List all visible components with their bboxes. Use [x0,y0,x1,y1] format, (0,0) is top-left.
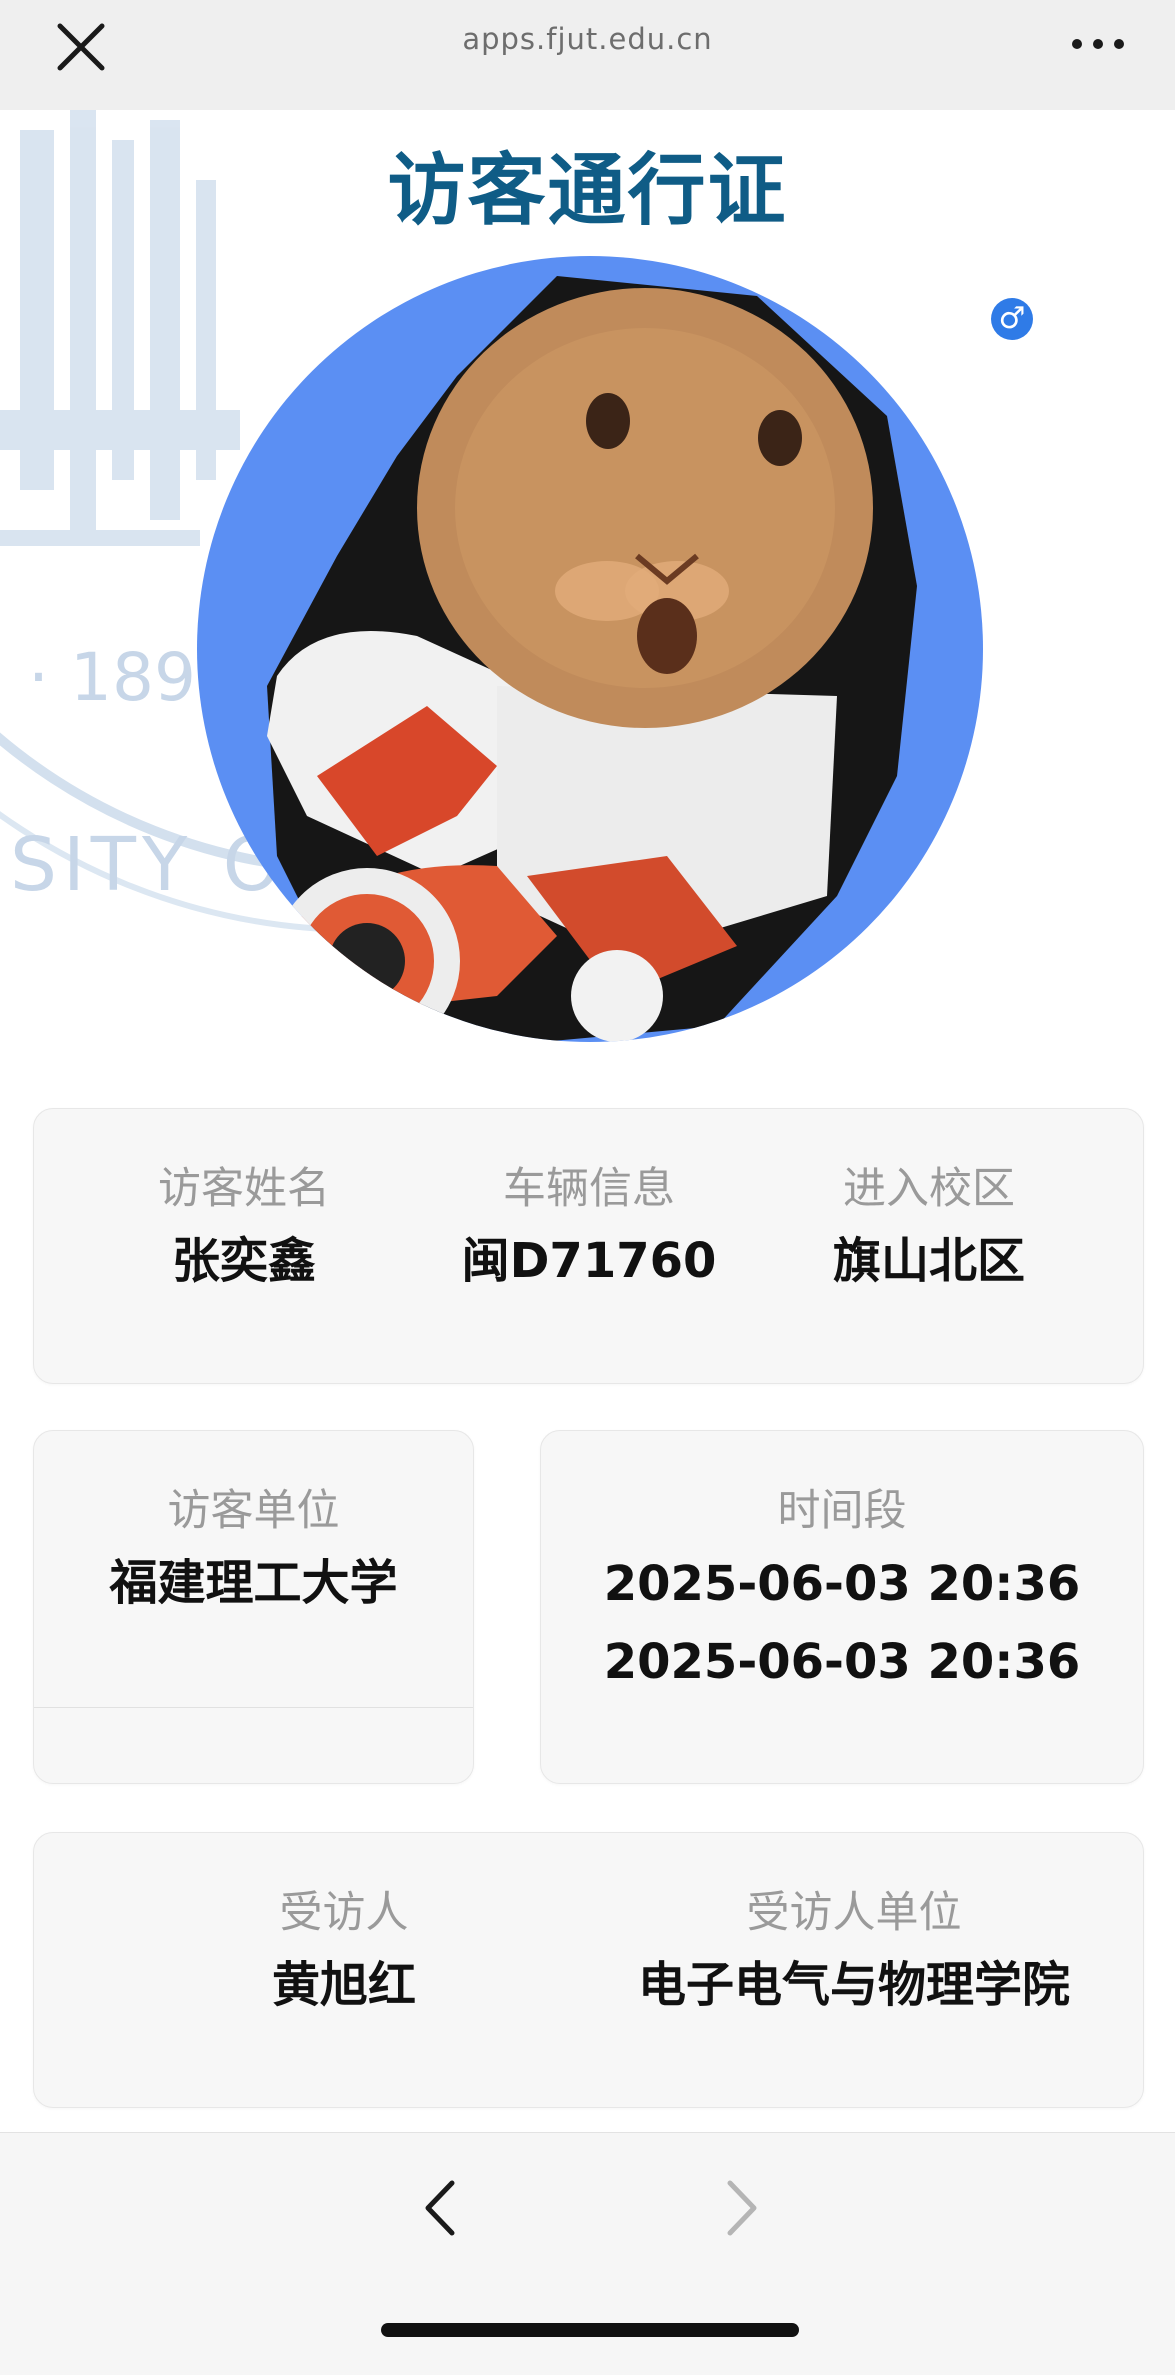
browser-top-bar: apps.fjut.edu.cn [0,0,1175,110]
url-text: apps.fjut.edu.cn [462,22,713,56]
time-end-value: 2025-06-03 20:36 [603,1634,1081,1690]
campus-value: 旗山北区 [832,1233,1025,1289]
campus-label: 进入校区 [843,1164,1015,1214]
vehicle-label: 车辆信息 [503,1164,675,1214]
visitor-unit-label: 访客单位 [167,1486,340,1536]
visitor-unit-value: 福建理工大学 [109,1555,398,1611]
vehicle-field: 车辆信息 闽D71760 [429,1161,749,1293]
chevron-right-icon[interactable] [722,2177,762,2239]
host-unit-value: 电子电气与物理学院 [637,1957,1070,2013]
time-period-field: 时间段 2025-06-03 20:36 2025-06-03 20:36 [541,1483,1143,1701]
host-unit-label: 受访人单位 [746,1888,962,1938]
host-value: 黄旭红 [271,1957,416,2013]
host-info-card: 受访人 黄旭红 受访人单位 电子电气与物理学院 [33,1832,1144,2108]
card-divider [34,1707,473,1708]
visitor-name-value: 张奕鑫 [171,1233,316,1289]
visitor-unit-field: 访客单位 福建理工大学 [34,1483,473,1615]
host-field: 受访人 黄旭红 [179,1885,509,2017]
visitor-info-card: 访客姓名 张奕鑫 车辆信息 闽D71760 进入校区 旗山北区 [33,1108,1144,1384]
chevron-left-icon[interactable] [420,2177,460,2239]
time-period-label: 时间段 [777,1486,907,1536]
browser-bottom-bar [0,2132,1175,2375]
page-content: · 1896 SITY O 访客通行证 ♂ 访客姓名 张奕鑫 车辆信息 闽D71… [0,110,1175,2132]
more-dots-icon[interactable] [1068,32,1128,56]
home-indicator[interactable] [381,2323,799,2337]
host-unit-field: 受访人单位 电子电气与物理学院 [594,1885,1114,2017]
time-period-card: 时间段 2025-06-03 20:36 2025-06-03 20:36 [540,1430,1144,1784]
campus-field: 进入校区 旗山北区 [774,1161,1084,1293]
page-title: 访客通行证 [387,146,788,236]
time-start-value: 2025-06-03 20:36 [603,1556,1081,1612]
vehicle-value: 闽D71760 [461,1233,717,1289]
host-label: 受访人 [279,1888,409,1938]
visitor-name-field: 访客姓名 张奕鑫 [94,1161,394,1293]
gender-male-icon: ♂ [991,298,1033,340]
visitor-avatar-photo [197,256,983,1042]
visitor-unit-card: 访客单位 福建理工大学 [33,1430,474,1784]
visitor-name-label: 访客姓名 [158,1164,330,1214]
